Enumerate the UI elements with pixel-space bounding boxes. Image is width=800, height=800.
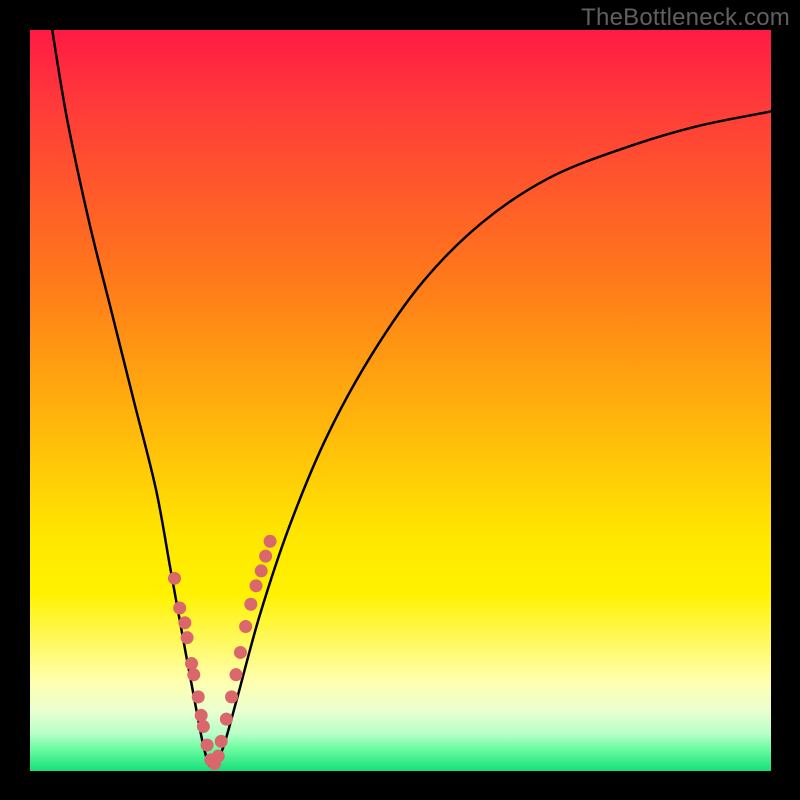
bottleneck-curve bbox=[52, 30, 771, 767]
marker-dot bbox=[181, 631, 194, 644]
marker-dot bbox=[234, 646, 247, 659]
highlight-dots bbox=[168, 535, 277, 770]
marker-dot bbox=[259, 550, 272, 563]
marker-dot bbox=[201, 739, 214, 752]
marker-dot bbox=[225, 690, 238, 703]
chart-svg bbox=[30, 30, 771, 771]
marker-dot bbox=[195, 709, 208, 722]
marker-dot bbox=[250, 579, 263, 592]
marker-dot bbox=[264, 535, 277, 548]
marker-dot bbox=[244, 598, 257, 611]
marker-dot bbox=[168, 572, 181, 585]
marker-dot bbox=[173, 601, 186, 614]
marker-dot bbox=[239, 620, 252, 633]
marker-dot bbox=[185, 657, 198, 670]
marker-dot bbox=[197, 720, 210, 733]
marker-dot bbox=[192, 690, 205, 703]
chart-stage: TheBottleneck.com bbox=[0, 0, 800, 800]
marker-dot bbox=[220, 713, 233, 726]
marker-dot bbox=[215, 735, 228, 748]
watermark-text: TheBottleneck.com bbox=[581, 4, 790, 32]
plot-area bbox=[30, 30, 771, 771]
marker-dot bbox=[212, 750, 225, 763]
marker-dot bbox=[187, 668, 200, 681]
marker-dot bbox=[230, 668, 243, 681]
marker-dot bbox=[255, 564, 268, 577]
marker-dot bbox=[178, 616, 191, 629]
